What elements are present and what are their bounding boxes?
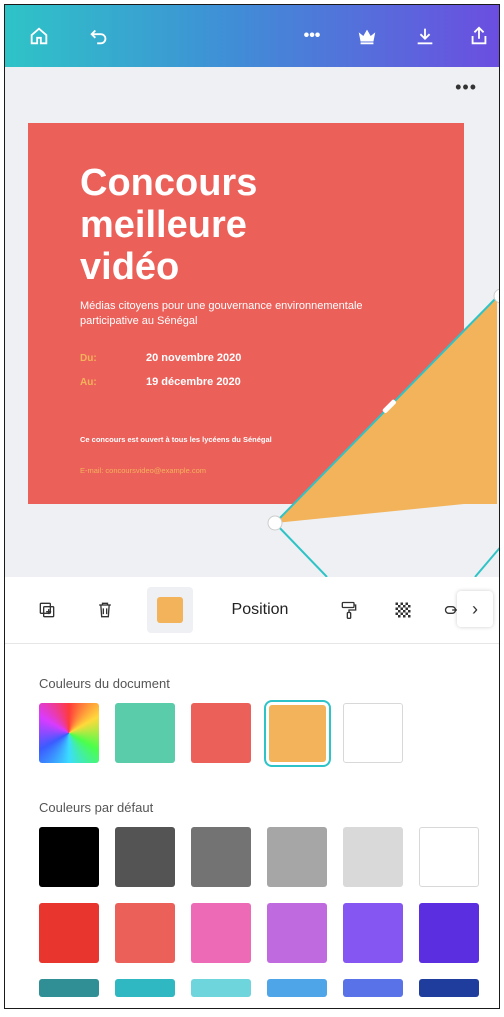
- position-button[interactable]: Position: [215, 577, 305, 643]
- default-color-swatch[interactable]: [419, 979, 479, 997]
- default-color-swatch[interactable]: [343, 827, 403, 887]
- share-icon[interactable]: [461, 5, 497, 67]
- default-color-swatch[interactable]: [343, 903, 403, 963]
- position-label: Position: [231, 601, 289, 618]
- home-icon[interactable]: [21, 5, 57, 67]
- default-color-swatch[interactable]: [191, 827, 251, 887]
- duplicate-icon[interactable]: [29, 577, 65, 643]
- current-color-swatch: [157, 597, 183, 623]
- default-color-swatch[interactable]: [191, 903, 251, 963]
- default-color-swatch[interactable]: [191, 979, 251, 997]
- crown-icon[interactable]: [349, 5, 385, 67]
- custom-color-picker-swatch[interactable]: [39, 703, 99, 763]
- element-toolbar: Position ›: [5, 577, 499, 644]
- transparency-icon[interactable]: [385, 577, 421, 643]
- default-color-swatch[interactable]: [39, 979, 99, 997]
- selection-edge-bottom: [274, 522, 328, 577]
- trash-icon[interactable]: [87, 577, 123, 643]
- default-color-swatch[interactable]: [419, 903, 479, 963]
- more-icon[interactable]: •••: [294, 5, 330, 67]
- resize-handle-bottom-left[interactable]: [267, 515, 283, 531]
- top-bar: •••: [5, 5, 499, 67]
- default-color-swatch[interactable]: [267, 827, 327, 887]
- document-color-swatch-selected[interactable]: [264, 700, 331, 767]
- default-color-swatch[interactable]: [267, 979, 327, 997]
- app-frame: ••• ••• Concours meilleure vidéo Médias …: [4, 4, 500, 1009]
- default-color-swatch[interactable]: [115, 903, 175, 963]
- default-color-swatch[interactable]: [39, 827, 99, 887]
- color-picker-button[interactable]: [147, 587, 193, 633]
- canvas-area: ••• Concours meilleure vidéo Médias cito…: [5, 67, 499, 577]
- undo-icon[interactable]: [81, 5, 117, 67]
- document-colors-title: Couleurs du document: [39, 676, 170, 691]
- document-color-swatch[interactable]: [115, 703, 175, 763]
- default-color-swatch[interactable]: [419, 827, 479, 887]
- document-color-swatch[interactable]: [191, 703, 251, 763]
- document-color-swatch[interactable]: [343, 703, 403, 763]
- default-color-swatch[interactable]: [115, 827, 175, 887]
- download-icon[interactable]: [407, 5, 443, 67]
- default-color-swatch[interactable]: [267, 903, 327, 963]
- selection-edge-right: [474, 547, 499, 577]
- default-color-swatch[interactable]: [39, 903, 99, 963]
- paint-roller-icon[interactable]: [331, 577, 367, 643]
- default-color-swatch[interactable]: [115, 979, 175, 997]
- default-color-swatch[interactable]: [343, 979, 403, 997]
- toolbar-scroll-right-button[interactable]: ›: [457, 591, 493, 627]
- selected-shape-overlay: [267, 288, 499, 577]
- default-colors-title: Couleurs par défaut: [39, 800, 154, 815]
